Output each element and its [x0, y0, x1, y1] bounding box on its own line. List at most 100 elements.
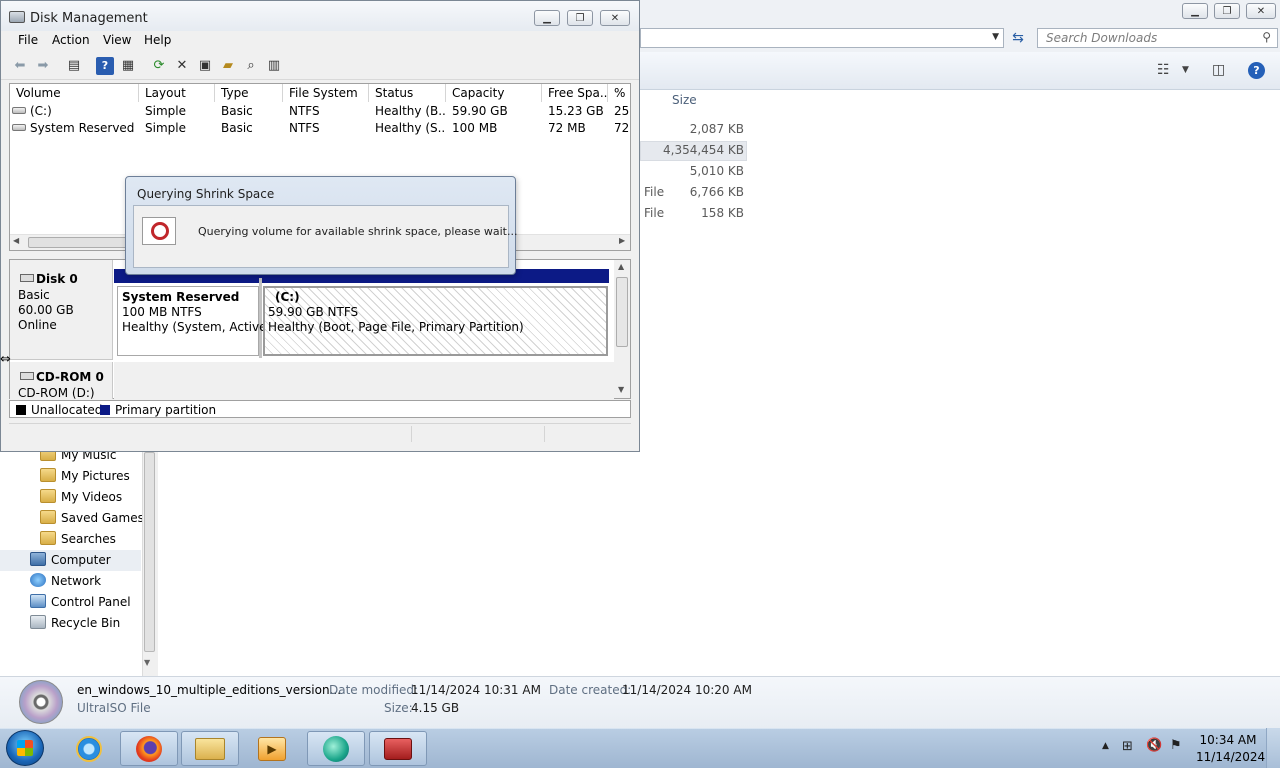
taskbar-firefox[interactable]: [120, 731, 178, 766]
disk-properties-icon[interactable]: ▥: [265, 57, 283, 75]
menu-file[interactable]: File: [18, 33, 38, 47]
legend: Unallocated Primary partition: [9, 400, 631, 418]
show-desktop-button[interactable]: [1266, 728, 1280, 768]
volume-name: (C:): [30, 104, 52, 118]
search-input[interactable]: Search Downloads ⚲: [1037, 28, 1278, 48]
restore-icon: ❐: [1222, 5, 1232, 17]
nav-scrollbar-thumb[interactable]: [144, 452, 155, 652]
back-arrow-icon[interactable]: ⬅: [11, 57, 29, 75]
scroll-right-icon[interactable]: ▶: [619, 236, 625, 245]
games-folder-icon: [40, 510, 56, 524]
disk-size: 60.00 GB: [18, 303, 74, 317]
volume-row-c[interactable]: (C:): [12, 103, 137, 120]
show-hidden-icons-icon[interactable]: ▲: [1102, 741, 1109, 751]
nav-item-computer[interactable]: Computer: [30, 550, 111, 571]
internet-explorer-icon: [76, 735, 102, 762]
help-icon[interactable]: ?: [1248, 62, 1265, 79]
nav-item-my-videos[interactable]: My Videos: [40, 487, 122, 508]
disk-0-title: Disk 0: [20, 272, 78, 286]
restore-icon: ❐: [575, 12, 585, 24]
close-button[interactable]: ✕: [600, 10, 630, 26]
column-header-percent-free[interactable]: % F: [608, 84, 630, 102]
size-column-header[interactable]: Size: [672, 93, 752, 107]
column-header-capacity[interactable]: Capacity: [446, 84, 542, 102]
explorer-maximize-button[interactable]: ❐: [1214, 3, 1240, 19]
column-header-status[interactable]: Status: [369, 84, 446, 102]
disk-management-icon: [9, 11, 25, 23]
search-icon[interactable]: ⚲: [1262, 30, 1271, 44]
network-status-icon[interactable]: ⊞: [1122, 739, 1133, 754]
explore-icon[interactable]: ⌕: [242, 57, 260, 75]
scroll-left-icon[interactable]: ◀: [13, 236, 19, 245]
scroll-down-icon[interactable]: ▼: [618, 385, 624, 394]
primary-swatch: [100, 405, 110, 415]
nav-item-searches[interactable]: Searches: [40, 529, 116, 550]
status-bar: [9, 423, 631, 443]
column-header-file-system[interactable]: File System: [283, 84, 369, 102]
nav-item-saved-games[interactable]: Saved Games: [40, 508, 144, 529]
cdrom-0-label[interactable]: CD-ROM 0 CD-ROM (D:): [10, 362, 113, 400]
partition-c[interactable]: (C:) 59.90 GB NTFS Healthy (Boot, Page F…: [263, 286, 608, 356]
open-folder-icon[interactable]: ▰: [219, 57, 237, 75]
disk-0-label[interactable]: Disk 0 Basic 60.00 GB Online: [10, 260, 113, 360]
partition-system-reserved[interactable]: System Reserved 100 MB NTFS Healthy (Sys…: [117, 286, 270, 356]
clock-time[interactable]: 10:34 AM: [1196, 733, 1260, 747]
scroll-up-icon[interactable]: ▲: [618, 262, 624, 271]
taskbar-app[interactable]: [307, 731, 365, 766]
cdrom-0-area: [114, 362, 614, 399]
console-tree-icon[interactable]: ▤: [65, 57, 83, 75]
taskbar-windows-explorer[interactable]: [181, 731, 239, 766]
forward-arrow-icon[interactable]: ➡: [34, 57, 52, 75]
taskbar-media-player[interactable]: ▶: [243, 731, 301, 766]
file-size: 6,766 KB: [689, 185, 744, 199]
nav-item-control-panel[interactable]: Control Panel: [30, 592, 131, 613]
nav-item-label: My Videos: [61, 490, 123, 504]
view-options-icon[interactable]: ☷: [1157, 62, 1170, 78]
menu-bar: [1, 31, 639, 51]
nav-item-my-pictures[interactable]: My Pictures: [40, 466, 130, 487]
chevron-down-icon[interactable]: ▼: [1182, 65, 1189, 75]
unallocated-swatch: [16, 405, 26, 415]
taskbar-internet-explorer[interactable]: [60, 731, 118, 766]
action-pane-icon[interactable]: ▦: [119, 57, 137, 75]
delete-icon[interactable]: ✕: [173, 57, 191, 75]
nav-item-network[interactable]: Network: [30, 571, 101, 592]
refresh-icon[interactable]: ⟳: [150, 57, 168, 75]
maximize-button[interactable]: ❐: [567, 10, 593, 26]
properties-icon[interactable]: ▣: [196, 57, 214, 75]
volume-row-system-reserved[interactable]: System Reserved: [12, 120, 137, 137]
action-center-flag-icon[interactable]: ⚑: [1170, 738, 1182, 753]
vscrollbar-thumb[interactable]: [616, 277, 628, 347]
menu-action[interactable]: Action: [52, 33, 90, 47]
help-icon[interactable]: ?: [96, 57, 114, 75]
explorer-minimize-button[interactable]: ▁: [1182, 3, 1208, 19]
recycle-bin-icon: [30, 615, 46, 629]
pictures-folder-icon: [40, 468, 56, 482]
column-header-free-space[interactable]: Free Spa...: [542, 84, 608, 102]
nav-item-recycle-bin[interactable]: Recycle Bin: [30, 613, 120, 634]
start-button[interactable]: [6, 730, 44, 766]
volume-type: Basic: [221, 121, 253, 135]
partition-status: Healthy (Boot, Page File, Primary Partit…: [268, 320, 524, 334]
volume-type: Basic: [221, 104, 253, 118]
volume-muted-icon[interactable]: 🔇: [1146, 738, 1162, 753]
preview-pane-icon[interactable]: ◫: [1212, 62, 1225, 78]
menu-view[interactable]: View: [103, 33, 131, 47]
disk-name: Disk 0: [36, 272, 78, 286]
column-header-layout[interactable]: Layout: [139, 84, 215, 102]
explorer-close-button[interactable]: ✕: [1246, 3, 1276, 19]
column-header-volume[interactable]: Volume: [10, 84, 139, 102]
searches-folder-icon: [40, 531, 56, 545]
scroll-down-icon[interactable]: ▼: [144, 658, 150, 667]
menu-help[interactable]: Help: [144, 33, 171, 47]
nav-item-label: Computer: [51, 553, 111, 567]
minimize-button[interactable]: ▁: [534, 10, 560, 26]
hscrollbar-thumb[interactable]: [28, 237, 128, 248]
address-bar[interactable]: ▼: [640, 28, 1004, 48]
refresh-icon[interactable]: ⇆: [1007, 29, 1029, 47]
chevron-down-icon[interactable]: ▼: [992, 32, 999, 42]
minimize-icon: ▁: [1191, 5, 1199, 17]
taskbar-disk-management[interactable]: [369, 731, 427, 766]
column-header-type[interactable]: Type: [215, 84, 283, 102]
clock-date[interactable]: 11/14/2024: [1196, 750, 1265, 764]
